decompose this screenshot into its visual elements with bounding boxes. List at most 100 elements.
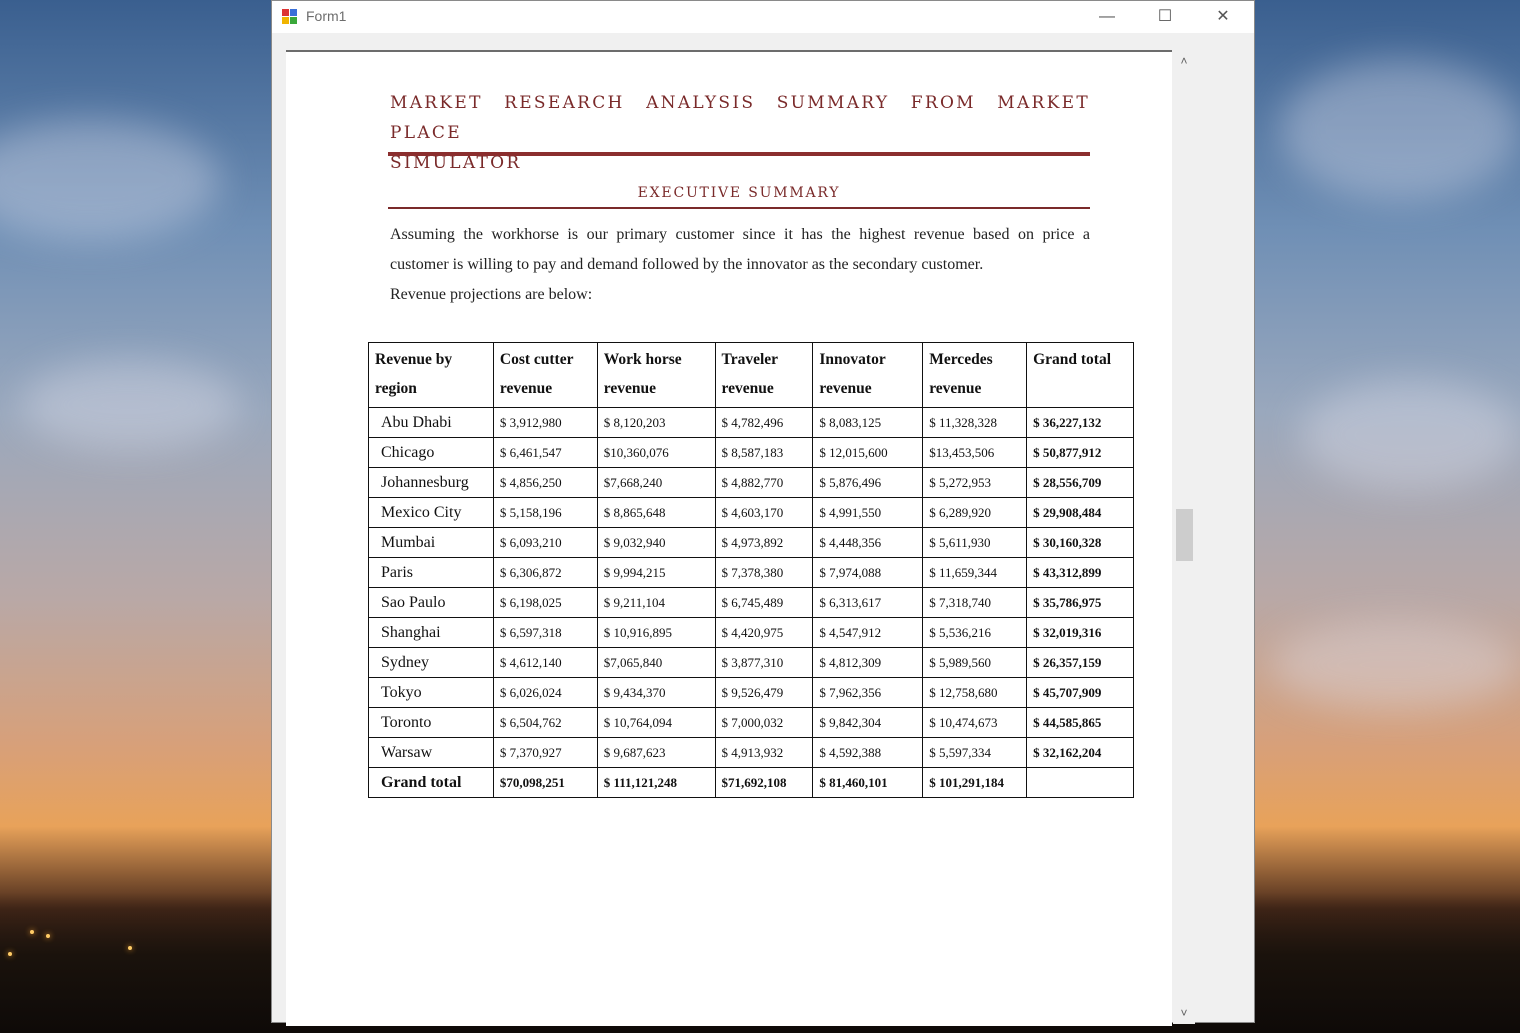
table-cell: $ 9,032,940	[596, 527, 716, 558]
table-cell: $ 3,877,310	[714, 647, 814, 678]
table-cell: $ 28,556,709	[1026, 467, 1134, 498]
table-cell: $ 43,312,899	[1026, 557, 1134, 588]
table-cell: $ 11,328,328	[922, 407, 1028, 438]
table-cell: $ 5,989,560	[922, 647, 1028, 678]
table-cell: $7,668,240	[596, 467, 716, 498]
table-cell: $ 4,913,932	[714, 737, 814, 768]
table-cell: $ 9,842,304	[812, 707, 924, 738]
maximize-button[interactable]: ☐	[1136, 1, 1194, 33]
table-row: Paris $ 6,306,872 $ 9,994,215 $ 7,378,380 $ …	[368, 557, 1134, 588]
table-cell: Mumbai	[368, 527, 494, 558]
table-cell: $ 4,991,550	[812, 497, 924, 528]
table-cell: $ 4,882,770	[714, 467, 814, 498]
table-cell: $ 9,687,623	[596, 737, 716, 768]
table-cell: $ 9,526,479	[714, 677, 814, 708]
table-cell: $ 4,973,892	[714, 527, 814, 558]
table-row: Toronto $ 6,504,762 $ 10,764,094 $ 7,000,03…	[368, 707, 1134, 738]
table-cell: $ 29,908,484	[1026, 497, 1134, 528]
table-cell: Toronto	[368, 707, 494, 738]
table-cell: $ 12,015,600	[812, 437, 924, 468]
table-cell: $10,360,076	[596, 437, 716, 468]
table-cell: $ 6,745,489	[714, 587, 814, 618]
table-cell: $ 4,782,496	[714, 407, 814, 438]
table-cell: $ 5,272,953	[922, 467, 1028, 498]
scroll-down-icon[interactable]: ˅	[1173, 1002, 1195, 1024]
scroll-thumb[interactable]	[1176, 509, 1193, 561]
table-cell: $ 7,318,740	[922, 587, 1028, 618]
table-cell: $ 4,612,140	[492, 647, 598, 678]
table-cell: $ 26,357,159	[1026, 647, 1134, 678]
table-cell: $ 45,707,909	[1026, 677, 1134, 708]
table-cell: $ 6,461,547	[492, 437, 598, 468]
table-cell: $ 7,962,356	[812, 677, 924, 708]
table-cell: $ 32,162,204	[1026, 737, 1134, 768]
paragraph-line: Assuming the workhorse is our primary cu…	[390, 226, 1090, 243]
table-cell: $ 4,592,388	[812, 737, 924, 768]
table-cell: $13,453,506	[922, 437, 1028, 468]
table-cell: $71,692,108	[714, 767, 814, 798]
column-header: Mercedes revenue	[922, 342, 1028, 408]
minimize-button[interactable]: —	[1078, 1, 1136, 33]
table-cell: $ 5,597,334	[922, 737, 1028, 768]
table-cell: $ 5,876,496	[812, 467, 924, 498]
table-cell: $ 10,764,094	[596, 707, 716, 738]
app-icon	[282, 9, 298, 25]
close-button[interactable]: ✕	[1194, 1, 1252, 33]
table-cell: Chicago	[368, 437, 494, 468]
column-header: Innovator revenue	[812, 342, 924, 408]
table-cell: $ 6,597,318	[492, 617, 598, 648]
table-cell: $ 12,758,680	[922, 677, 1028, 708]
table-cell: Sao Paulo	[368, 587, 494, 618]
table-cell: Grand total	[368, 767, 494, 798]
document-viewer[interactable]: MARKET RESEARCH ANALYSIS SUMMARY FROM MA…	[286, 50, 1172, 1026]
table-cell: $7,065,840	[596, 647, 716, 678]
document-title-line1: MARKET RESEARCH ANALYSIS SUMMARY FROM MA…	[390, 93, 1090, 143]
revenue-table: Revenue by region Cost cutter revenue Wo…	[368, 342, 1134, 798]
table-cell: $ 10,916,895	[596, 617, 716, 648]
vertical-scrollbar[interactable]: ˄ ˅	[1173, 50, 1195, 1024]
table-cell: $ 30,160,328	[1026, 527, 1134, 558]
table-cell: $ 8,865,648	[596, 497, 716, 528]
table-cell: $ 11,659,344	[922, 557, 1028, 588]
window-title: Form1	[306, 8, 347, 24]
table-cell: Sydney	[368, 647, 494, 678]
column-header: Grand total	[1026, 342, 1134, 408]
title-bar[interactable]: Form1 — ☐ ✕	[272, 1, 1254, 33]
table-cell: $ 35,786,975	[1026, 587, 1134, 618]
table-cell: Warsaw	[368, 737, 494, 768]
table-cell: $ 32,019,316	[1026, 617, 1134, 648]
table-cell: Mexico City	[368, 497, 494, 528]
table-cell: $ 3,912,980	[492, 407, 598, 438]
table-row: Chicago $ 6,461,547 $10,360,076 $ 8,587,183…	[368, 437, 1134, 468]
table-cell: Abu Dhabi	[368, 407, 494, 438]
table-cell: $ 4,856,250	[492, 467, 598, 498]
table-cell: $ 6,198,025	[492, 587, 598, 618]
table-row: Sao Paulo $ 6,198,025 $ 9,211,104 $ 6,745,4…	[368, 587, 1134, 618]
table-cell: $ 5,158,196	[492, 497, 598, 528]
table-row: Johannesburg $ 4,856,250 $7,668,240 $ 4,882…	[368, 467, 1134, 498]
table-cell: $ 81,460,101	[812, 767, 924, 798]
table-cell: $ 5,611,930	[922, 527, 1028, 558]
table-cell: $ 9,994,215	[596, 557, 716, 588]
table-row: Mumbai $ 6,093,210 $ 9,032,940 $ 4,973,892 $…	[368, 527, 1134, 558]
table-cell: $ 4,547,912	[812, 617, 924, 648]
table-row: Abu Dhabi $ 3,912,980 $ 8,120,203 $ 4,782,4…	[368, 407, 1134, 438]
summary-paragraph: Assuming the workhorse is our primary cu…	[390, 220, 1090, 310]
grand-total-row: Grand total $70,098,251 $ 111,121,248 $7…	[368, 767, 1134, 798]
scroll-up-icon[interactable]: ˄	[1173, 50, 1195, 72]
table-cell: $ 7,000,032	[714, 707, 814, 738]
table-cell: $ 44,585,865	[1026, 707, 1134, 738]
paragraph-line: Revenue projections are below:	[390, 286, 593, 303]
table-row: Warsaw $ 7,370,927 $ 9,687,623 $ 4,913,932 $…	[368, 737, 1134, 768]
section-heading: EXECUTIVE SUMMARY	[637, 185, 841, 201]
table-cell: $ 7,378,380	[714, 557, 814, 588]
table-cell: $ 5,536,216	[922, 617, 1028, 648]
column-header: Work horse revenue	[596, 342, 716, 408]
table-cell: $ 6,504,762	[492, 707, 598, 738]
table-cell: $ 4,812,309	[812, 647, 924, 678]
paragraph-line: customer is willing to pay and demand fo…	[390, 256, 984, 273]
table-cell: $ 101,291,184	[922, 767, 1028, 798]
table-cell: $ 6,026,024	[492, 677, 598, 708]
table-cell: $ 8,120,203	[596, 407, 716, 438]
column-header: Traveler revenue	[714, 342, 814, 408]
